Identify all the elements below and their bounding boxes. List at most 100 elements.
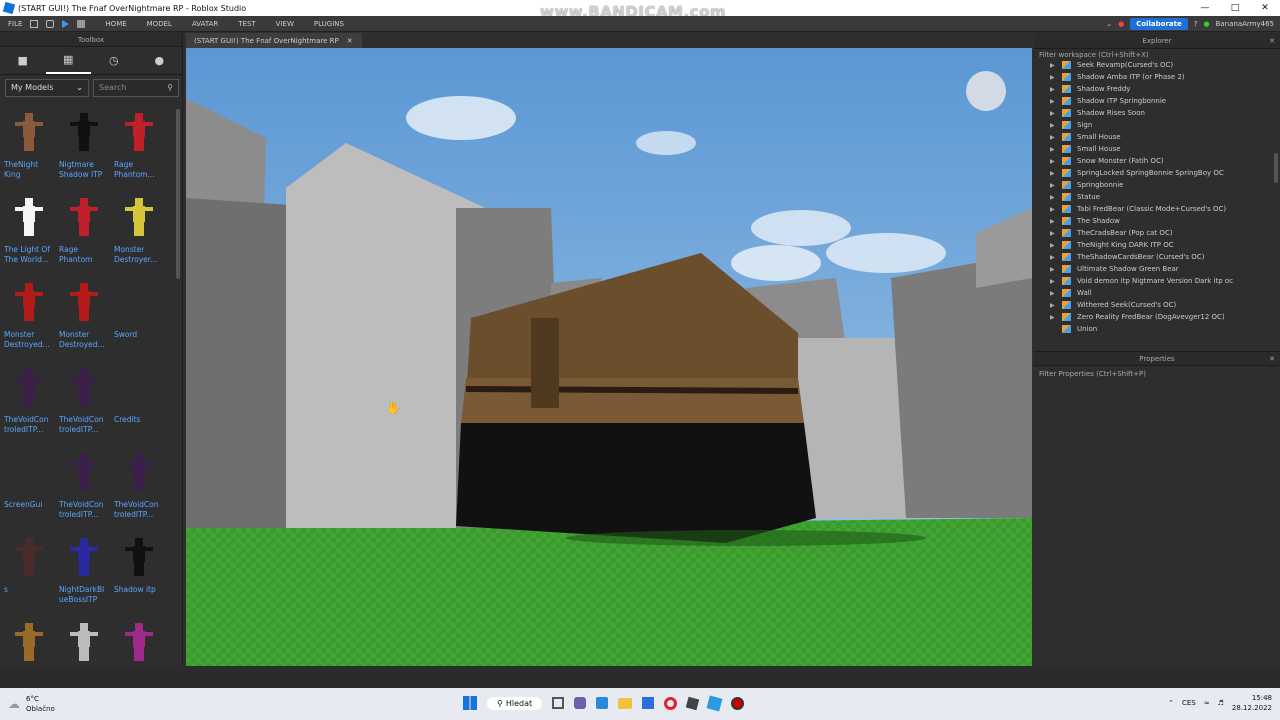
tree-item[interactable]: ▶ Void demon itp Nigtmare Version Dark it… (1034, 275, 1280, 287)
expand-arrow-icon[interactable]: ▶ (1034, 254, 1055, 261)
tab-home[interactable]: HOME (95, 20, 136, 28)
model-item[interactable]: ScreenGui (4, 449, 56, 529)
3d-viewport[interactable]: ✋ (186, 48, 1032, 666)
store-icon[interactable] (642, 697, 655, 709)
tree-item[interactable]: ▶ Tabi FredBear (Classic Mode+Cursed's OC… (1034, 203, 1280, 215)
roblox-icon[interactable] (685, 696, 700, 710)
creations-tab[interactable]: ● (137, 47, 183, 74)
expand-arrow-icon[interactable]: ▶ (1034, 194, 1055, 201)
tab-test[interactable]: TEST (228, 20, 265, 28)
tree-item[interactable]: ▶ Shadow Rises Soon (1034, 107, 1280, 119)
model-item[interactable]: Monster Destroyer... (114, 194, 166, 274)
expand-arrow-icon[interactable]: ▶ (1034, 242, 1055, 249)
model-item[interactable]: TheVoidCon troledITP... (4, 364, 56, 444)
model-item[interactable]: TheVoidCon troledITP... (59, 449, 111, 529)
view-cube[interactable] (966, 71, 1006, 111)
task-view-icon[interactable] (552, 697, 565, 709)
expand-arrow-icon[interactable]: ▶ (1034, 218, 1055, 225)
explorer-scrollbar[interactable] (1274, 153, 1278, 183)
model-item[interactable]: Sword (114, 279, 166, 359)
chevron-down-icon[interactable]: ⌄ (1106, 20, 1112, 28)
weather-widget[interactable]: ☁ 6°C Oblačno (8, 694, 55, 714)
explorer-icon[interactable] (618, 697, 633, 709)
help-icon[interactable]: ? (1194, 20, 1198, 28)
tree-item[interactable]: ▶ TheShadowCardsBear (Cursed's OC) (1034, 251, 1280, 263)
tree-item[interactable]: ▶ TheNight King DARK ITP OC (1034, 239, 1280, 251)
tab-plugins[interactable]: PLUGINS (304, 20, 354, 28)
close-tab-icon[interactable]: ✕ (347, 37, 353, 45)
lang-indicator[interactable]: CES (1182, 699, 1196, 707)
expand-arrow-icon[interactable]: ▶ (1034, 134, 1055, 141)
search-button[interactable]: ⚲ Hledat (487, 696, 543, 710)
undo-icon[interactable] (46, 19, 55, 28)
properties-filter-input[interactable]: Filter Properties (Ctrl+Shift+P) (1034, 366, 1280, 382)
collaborate-button[interactable]: Collaborate (1130, 18, 1188, 30)
model-item[interactable]: TheNight King (4, 109, 56, 189)
category-select[interactable]: My Models ⌄ (5, 79, 89, 97)
expand-arrow-icon[interactable]: ▶ (1034, 110, 1055, 117)
tree-item[interactable]: ▶ Small House (1034, 143, 1280, 155)
start-icon[interactable] (463, 696, 477, 710)
tree-item[interactable]: ▶ Small House (1034, 131, 1280, 143)
tree-item[interactable]: ▶ Sign (1034, 119, 1280, 131)
tree-item[interactable]: ▶ TheCradsBear (Pop cat OC) (1034, 227, 1280, 239)
roblox-studio-icon[interactable] (706, 695, 723, 711)
expand-arrow-icon[interactable]: ▶ (1034, 182, 1055, 189)
place-tab[interactable]: (START GUI!) The Fnaf OverNightmare RP ✕ (186, 33, 362, 48)
tab-avatar[interactable]: AVATAR (182, 20, 228, 28)
tab-model[interactable]: MODEL (137, 20, 182, 28)
tree-item[interactable]: ▶ Shadow Freddy (1034, 83, 1280, 95)
expand-arrow-icon[interactable]: ▶ (1034, 122, 1055, 129)
expand-arrow-icon[interactable]: ▶ (1034, 86, 1055, 93)
minimize-button[interactable]: — (1190, 0, 1220, 16)
user-name[interactable]: BananaArmy465 (1216, 20, 1274, 28)
expand-arrow-icon[interactable]: ▶ (1034, 158, 1055, 165)
model-item[interactable]: Monster Destroyed... (59, 279, 111, 359)
model-item[interactable]: Rage Phantom (59, 194, 111, 274)
expand-arrow-icon[interactable]: ▶ (1034, 290, 1055, 297)
expand-arrow-icon[interactable]: ▶ (1034, 74, 1055, 81)
expand-arrow-icon[interactable]: ▶ (1034, 146, 1055, 153)
maximize-button[interactable]: □ (1220, 0, 1250, 16)
toolbox-scrollbar[interactable] (176, 109, 180, 279)
tree-item[interactable]: Union (1034, 323, 1280, 335)
widgets-icon[interactable] (596, 697, 609, 709)
clock[interactable]: 15:48 28.12.2022 (1232, 693, 1272, 713)
play-icon[interactable] (62, 19, 70, 28)
teams-icon[interactable] (574, 697, 587, 709)
recent-tab[interactable]: ◷ (91, 47, 137, 74)
tree-item[interactable]: ▶ Ultimate Shadow Green Bear (1034, 263, 1280, 275)
inventory-tab[interactable]: ■ (0, 47, 46, 74)
model-item[interactable]: Shadow itp (114, 534, 166, 614)
expand-arrow-icon[interactable]: ▶ (1034, 266, 1055, 273)
model-item[interactable]: NightDarkBl ueBossITP (59, 534, 111, 614)
expand-arrow-icon[interactable]: ▶ (1034, 98, 1055, 105)
tree-item[interactable]: ▶ SpringLocked SpringBonnie SpringBoy OC (1034, 167, 1280, 179)
expand-arrow-icon[interactable]: ▶ (1034, 314, 1055, 321)
bandicam-icon[interactable] (731, 696, 745, 710)
expand-arrow-icon[interactable]: ▶ (1034, 170, 1055, 177)
model-item[interactable]: Nigtmare Shadow ITP (59, 109, 111, 189)
tree-item[interactable]: ▶ Shadow Amba ITP (or Phase 2) (1034, 71, 1280, 83)
expand-arrow-icon[interactable]: ▶ (1034, 302, 1055, 309)
tree-item[interactable]: ▶ Snow Monster (Fatih OC) (1034, 155, 1280, 167)
tree-item[interactable]: ▶ Statue (1034, 191, 1280, 203)
marketplace-tab[interactable]: ▦ (45, 47, 91, 74)
expand-arrow-icon[interactable]: ▶ (1034, 278, 1055, 285)
expand-arrow-icon[interactable]: ▶ (1034, 206, 1055, 213)
wifi-icon[interactable]: ≈ (1204, 699, 1210, 707)
close-icon[interactable]: ✕ (1269, 37, 1275, 45)
file-menu[interactable]: FILE (0, 20, 30, 28)
model-item[interactable]: Credits (114, 364, 166, 444)
chevron-up-icon[interactable]: ⌃ (1168, 699, 1174, 707)
save-icon[interactable] (30, 19, 39, 28)
model-item[interactable]: s (4, 534, 56, 614)
model-item[interactable]: TheVoidCon troledITP... (59, 364, 111, 444)
stop-icon[interactable] (77, 19, 86, 28)
tree-item[interactable]: ▶ Seek Revamp(Cursed's OC) (1034, 59, 1280, 71)
model-item[interactable]: Rage Phantom... (114, 109, 166, 189)
expand-arrow-icon[interactable]: ▶ (1034, 62, 1055, 69)
tree-item[interactable]: ▶ Shadow ITP Springbonnie (1034, 95, 1280, 107)
close-icon[interactable]: ✕ (1269, 355, 1275, 363)
tab-view[interactable]: VIEW (266, 20, 304, 28)
